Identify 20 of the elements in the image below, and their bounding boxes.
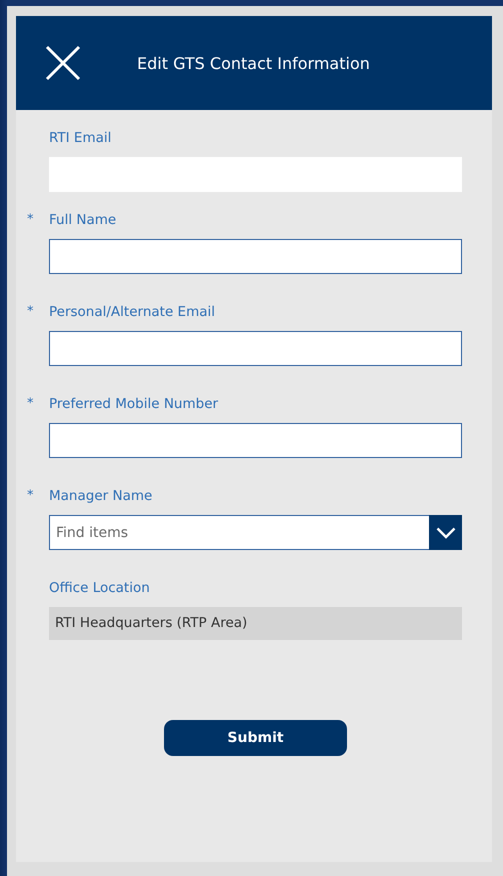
- chevron-down-icon: [436, 526, 456, 538]
- input-field[interactable]: [49, 423, 462, 458]
- required-mark: *: [27, 211, 34, 229]
- dropdown-field[interactable]: Find items: [49, 515, 429, 550]
- display-field: RTI Headquarters (RTP Area): [49, 607, 462, 640]
- submit-button[interactable]: Submit: [164, 720, 347, 756]
- field-label: Full Name: [49, 212, 116, 228]
- required-mark: *: [27, 395, 34, 413]
- field-label: Manager Name: [49, 488, 152, 504]
- field-label: RTI Email: [49, 130, 112, 146]
- required-mark: *: [27, 303, 34, 321]
- required-mark: *: [27, 487, 34, 505]
- dropdown-button[interactable]: [429, 515, 462, 550]
- field-label: Personal/Alternate Email: [49, 304, 216, 320]
- close-icon[interactable]: [45, 45, 81, 81]
- window-title: Edit GTS Contact Information: [137, 54, 370, 72]
- field-label: Office Location: [49, 580, 150, 596]
- input-field[interactable]: [49, 239, 462, 274]
- field-label: Preferred Mobile Number: [49, 396, 218, 412]
- input-field[interactable]: [49, 331, 462, 366]
